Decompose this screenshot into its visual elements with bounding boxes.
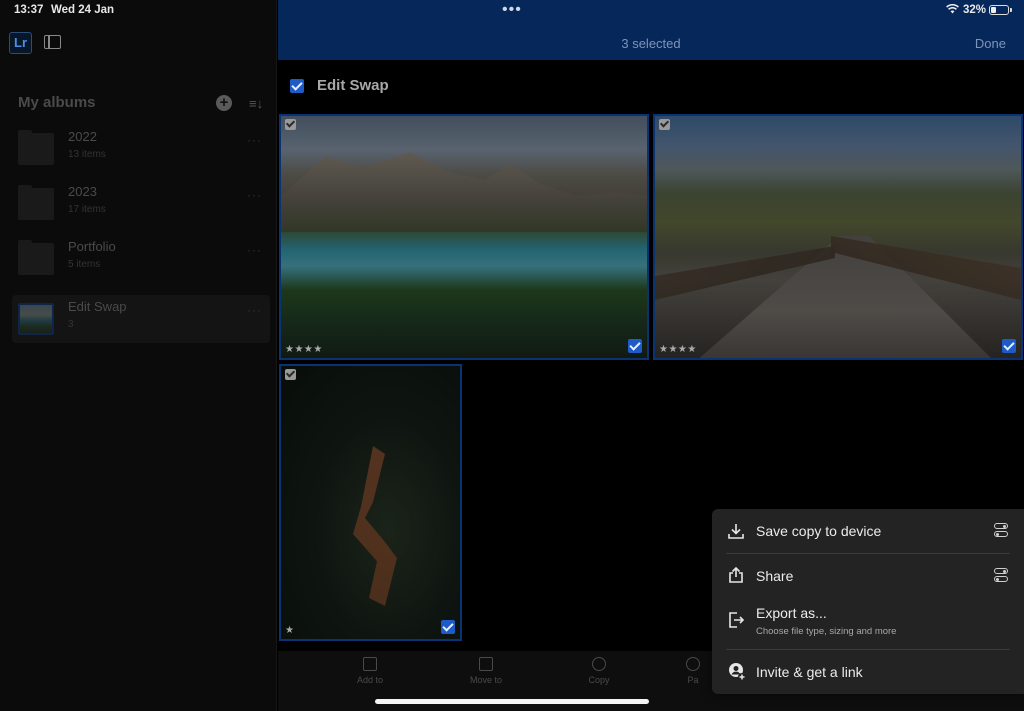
star-rating: ★★★★ bbox=[285, 344, 323, 355]
sidebar-top-bar: Lr bbox=[0, 22, 277, 64]
album-title: Edit Swap bbox=[317, 77, 389, 94]
invite-label: Invite & get a link bbox=[756, 664, 863, 680]
album-name: 2023 bbox=[68, 184, 97, 199]
export-description: Choose file type, sizing and more bbox=[756, 626, 897, 637]
select-all-checkbox[interactable] bbox=[290, 79, 304, 93]
photo-tile[interactable]: ★★★★ bbox=[279, 114, 649, 360]
photo-selected-checkbox[interactable] bbox=[1002, 339, 1016, 353]
photo-tile[interactable]: ★★★★ bbox=[653, 114, 1023, 360]
add-album-icon[interactable]: + bbox=[216, 95, 232, 111]
selection-count: 3 selected bbox=[621, 36, 681, 51]
download-icon bbox=[727, 522, 745, 545]
folder-icon bbox=[18, 185, 54, 220]
album-name: 2022 bbox=[68, 129, 97, 144]
copy-label: Copy bbox=[588, 675, 610, 685]
sidebar: Lr My albums + ≡↓ 2022 13 items ··· 2023… bbox=[0, 0, 277, 711]
export-label: Export as... bbox=[756, 605, 827, 621]
photo-flag-checkbox[interactable] bbox=[285, 369, 296, 380]
album-thumbnail bbox=[18, 303, 54, 335]
sidebar-toggle-icon[interactable] bbox=[44, 35, 61, 49]
album-count: 3 bbox=[68, 319, 74, 330]
multitask-dots-icon[interactable]: ••• bbox=[502, 1, 522, 19]
status-time: 13:37 bbox=[14, 4, 44, 16]
share-label: Share bbox=[756, 568, 794, 584]
star-rating: ★★★★ bbox=[659, 344, 697, 355]
album-name: Edit Swap bbox=[68, 299, 127, 314]
album-count: 13 items bbox=[68, 149, 106, 160]
share-menu-item[interactable]: Share bbox=[712, 554, 1024, 598]
share-icon bbox=[727, 566, 745, 589]
album-count: 5 items bbox=[68, 259, 101, 270]
album-item-2023[interactable]: 2023 17 items ··· bbox=[12, 180, 270, 228]
settings-toggle-icon[interactable] bbox=[994, 568, 1008, 584]
album-item-edit-swap[interactable]: Edit Swap 3 ··· bbox=[12, 295, 270, 343]
folder-icon bbox=[18, 240, 54, 275]
export-menu-item[interactable]: Export as... Choose file type, sizing an… bbox=[712, 598, 1024, 648]
export-icon bbox=[727, 611, 745, 634]
album-count: 17 items bbox=[68, 204, 106, 215]
add-to-label: Add to bbox=[356, 675, 384, 685]
more-options-icon[interactable]: ··· bbox=[247, 303, 262, 317]
more-options-icon[interactable]: ··· bbox=[247, 243, 262, 257]
save-copy-menu-item[interactable]: Save copy to device bbox=[712, 509, 1024, 553]
album-name: Portfolio bbox=[68, 239, 116, 254]
invite-menu-item[interactable]: Invite & get a link bbox=[712, 650, 1024, 694]
settings-toggle-icon[interactable] bbox=[994, 523, 1008, 539]
photo-flag-checkbox[interactable] bbox=[285, 119, 296, 130]
photo-flag-checkbox[interactable] bbox=[659, 119, 670, 130]
move-to-label: Move to bbox=[469, 675, 502, 685]
album-item-portfolio[interactable]: Portfolio 5 items ··· bbox=[12, 235, 270, 283]
add-to-icon bbox=[363, 657, 377, 671]
albums-heading: My albums bbox=[18, 94, 96, 111]
add-to-button[interactable]: Add to bbox=[340, 657, 400, 685]
more-options-icon[interactable]: ··· bbox=[247, 188, 262, 202]
photo-selected-checkbox[interactable] bbox=[441, 620, 455, 634]
photo-selected-checkbox[interactable] bbox=[628, 339, 642, 353]
sort-icon[interactable]: ≡↓ bbox=[249, 96, 263, 111]
star-rating: ★ bbox=[285, 625, 295, 636]
lightroom-logo[interactable]: Lr bbox=[9, 32, 32, 54]
paste-settings-icon bbox=[686, 657, 700, 671]
battery-icon bbox=[989, 5, 1012, 15]
photo-tile[interactable]: ★ bbox=[279, 364, 462, 641]
paste-button[interactable]: Pa bbox=[678, 657, 708, 685]
share-menu: Save copy to device Share Export as... C… bbox=[712, 509, 1024, 694]
battery-percent: 32% bbox=[963, 4, 987, 16]
save-copy-label: Save copy to device bbox=[756, 523, 882, 539]
move-to-button[interactable]: Move to bbox=[456, 657, 516, 685]
album-header: Edit Swap bbox=[278, 60, 1024, 112]
invite-person-icon bbox=[727, 662, 747, 687]
more-options-icon[interactable]: ··· bbox=[247, 133, 262, 147]
wifi-icon bbox=[946, 4, 959, 17]
move-to-icon bbox=[479, 657, 493, 671]
done-button[interactable]: Done bbox=[975, 36, 1006, 51]
status-bar: 13:37 Wed 24 Jan ••• 32% bbox=[0, 0, 1024, 22]
folder-icon bbox=[18, 130, 54, 165]
home-indicator[interactable] bbox=[375, 699, 649, 704]
copy-settings-icon bbox=[592, 657, 606, 671]
album-item-2022[interactable]: 2022 13 items ··· bbox=[12, 125, 270, 173]
status-date: Wed 24 Jan bbox=[51, 4, 115, 16]
copy-button[interactable]: Copy bbox=[569, 657, 629, 685]
paste-label: Pa bbox=[687, 675, 699, 685]
